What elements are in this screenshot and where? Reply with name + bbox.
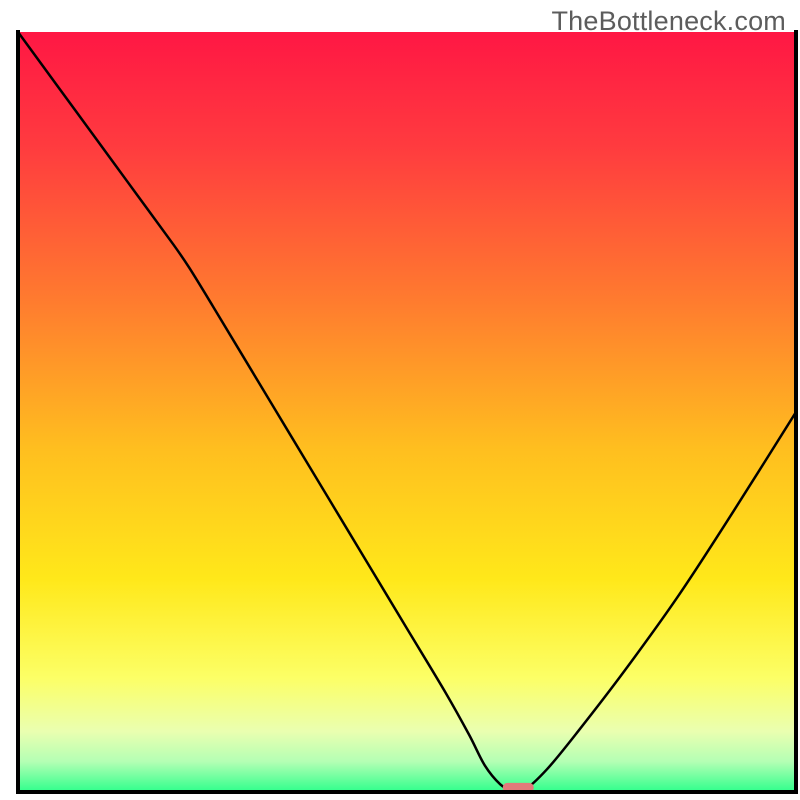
chart-container: TheBottleneck.com [0, 0, 800, 800]
gradient-background [18, 32, 796, 792]
bottleneck-chart [0, 0, 800, 800]
plot-area [18, 32, 796, 792]
watermark-label: TheBottleneck.com [551, 6, 786, 37]
